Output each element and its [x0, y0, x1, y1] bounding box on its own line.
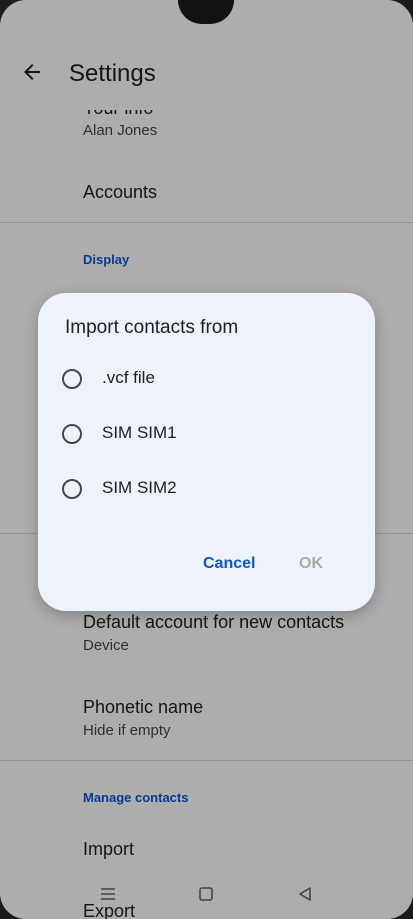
- option-sim2[interactable]: SIM SIM2: [62, 471, 352, 511]
- radio-button[interactable]: [62, 479, 82, 499]
- option-label: SIM SIM2: [102, 478, 177, 497]
- option-vcf-file[interactable]: .vcf file: [62, 361, 352, 401]
- dialog-title: Import contacts from: [65, 317, 239, 338]
- radio-button[interactable]: [62, 424, 82, 444]
- ok-button[interactable]: OK: [299, 555, 323, 573]
- cancel-button[interactable]: Cancel: [203, 555, 255, 573]
- option-sim1[interactable]: SIM SIM1: [62, 416, 352, 456]
- phone-screen: Your info Alan Jones Accounts Display De…: [0, 0, 413, 919]
- radio-button[interactable]: [62, 369, 82, 389]
- option-label: SIM SIM1: [102, 423, 177, 442]
- import-contacts-dialog: Import contacts from .vcf file SIM SIM1 …: [38, 293, 375, 611]
- option-label: .vcf file: [102, 368, 155, 387]
